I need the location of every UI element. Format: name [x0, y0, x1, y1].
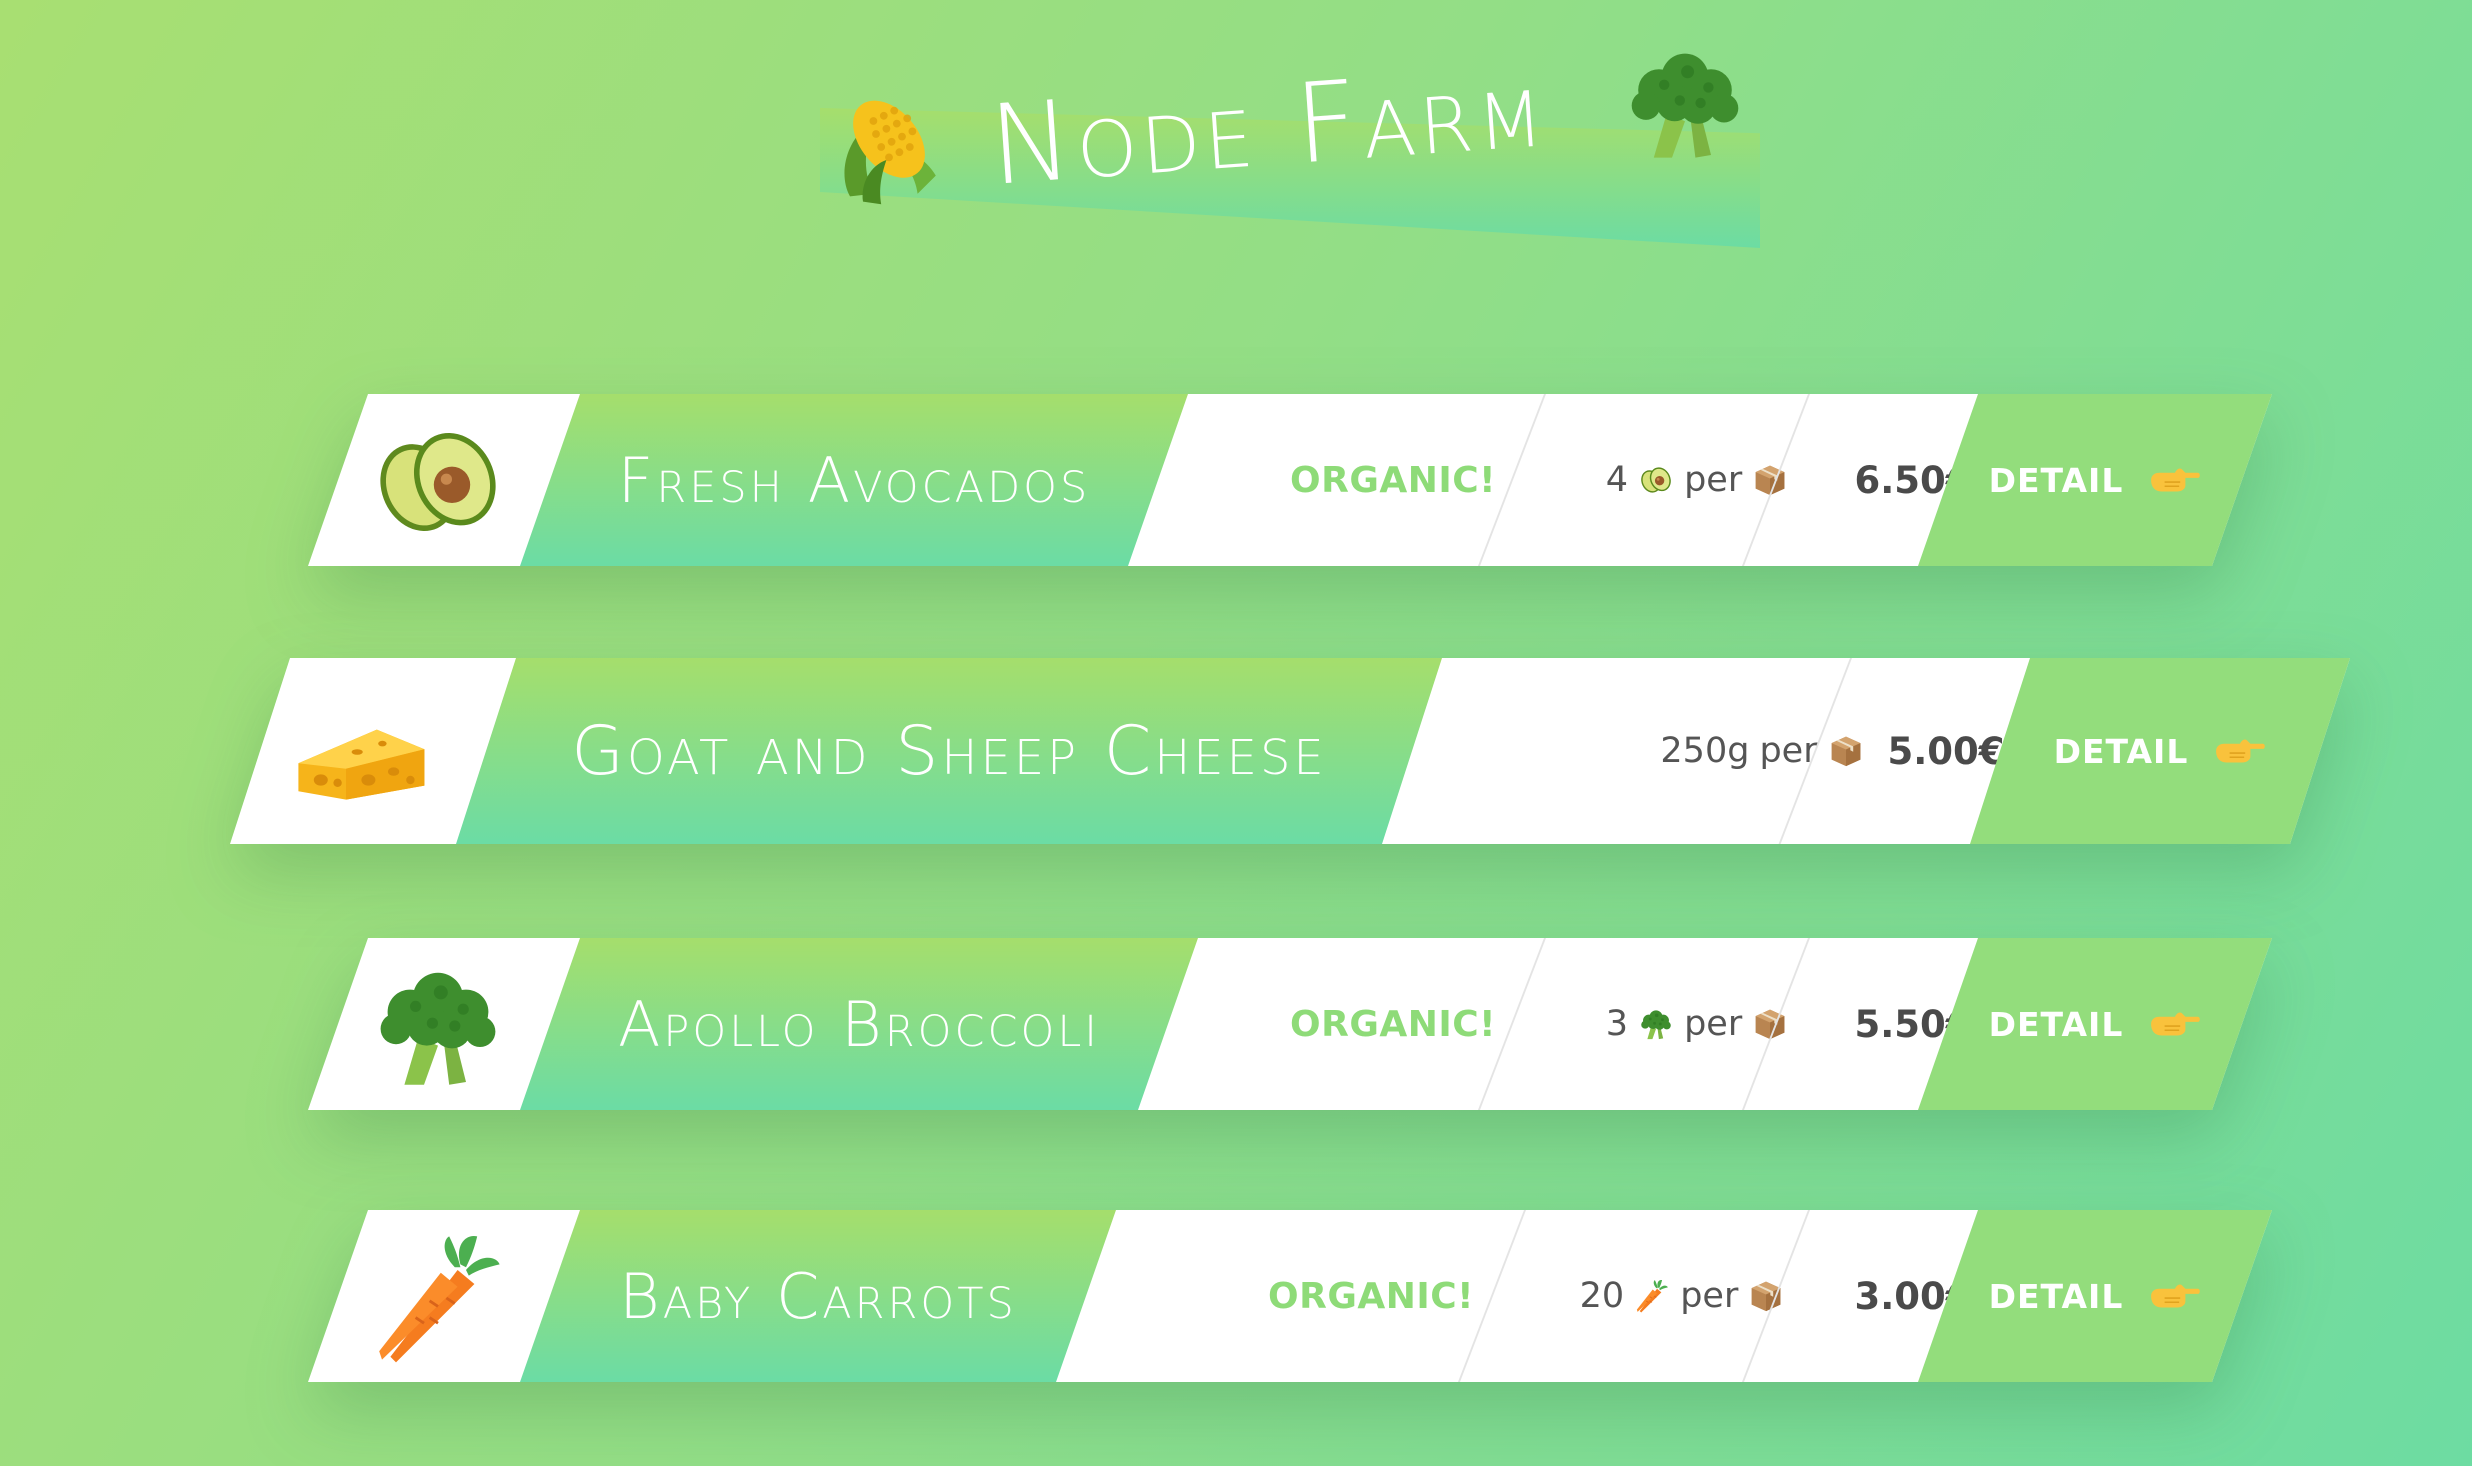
organic-badge: ORGANIC! — [1290, 1003, 1497, 1045]
cheese-icon — [290, 682, 430, 822]
detail-label: DETAIL — [2053, 731, 2189, 771]
quantity-number: 3 — [1605, 1004, 1629, 1044]
detail-label: DETAIL — [1988, 1004, 2124, 1044]
quantity-info: 20 per — [1532, 1210, 1832, 1382]
product-card: Apollo Broccoli ORGANIC! 3 per 5.50€ DET… — [308, 938, 2272, 1110]
product-name: Goat and Sheep Cheese — [571, 711, 1327, 791]
product-name: Apollo Broccoli — [618, 987, 1100, 1061]
quantity-number: 250g — [1660, 731, 1750, 771]
detail-button[interactable]: DETAIL — [1918, 938, 2272, 1110]
carrot-icon — [368, 1228, 508, 1368]
per-label: per — [1684, 1004, 1743, 1044]
broccoli-icon — [1620, 38, 1750, 168]
detail-button[interactable]: DETAIL — [1918, 394, 2272, 566]
pointing-hand-icon — [2149, 463, 2201, 497]
carrot-icon — [1634, 1278, 1670, 1314]
product-card: Fresh Avocados ORGANIC! 4 per 6.50€ DETA… — [308, 394, 2272, 566]
product-card: Baby Carrots ORGANIC! 20 per 3.00€ DETAI… — [308, 1210, 2272, 1382]
product-name-banner[interactable]: Fresh Avocados — [520, 394, 1188, 566]
avocado-icon — [1638, 462, 1674, 498]
avocado-icon — [368, 412, 508, 552]
product-name-banner[interactable]: Goat and Sheep Cheese — [456, 658, 1442, 844]
organic-badge: ORGANIC! — [1268, 1275, 1475, 1317]
organic-badge: ORGANIC! — [1290, 459, 1497, 501]
broccoli-icon — [368, 956, 508, 1096]
detail-button[interactable]: DETAIL — [1918, 1210, 2272, 1382]
detail-label: DETAIL — [1988, 1276, 2124, 1316]
pointing-hand-icon — [2149, 1279, 2201, 1313]
header: Node Farm — [820, 38, 1760, 278]
quantity-number: 20 — [1579, 1276, 1625, 1316]
per-label: per — [1680, 1276, 1739, 1316]
product-card: Goat and Sheep Cheese 250g per 5.00€ DET… — [230, 658, 2350, 844]
product-name: Fresh Avocados — [617, 443, 1091, 517]
per-label: per — [1684, 460, 1743, 500]
broccoli-icon — [1638, 1006, 1674, 1042]
product-name-banner[interactable]: Apollo Broccoli — [520, 938, 1198, 1110]
detail-button[interactable]: DETAIL — [1970, 658, 2350, 844]
product-name: Baby Carrots — [619, 1259, 1017, 1333]
pointing-hand-icon — [2149, 1007, 2201, 1041]
quantity-number: 4 — [1605, 460, 1629, 500]
product-name-banner[interactable]: Baby Carrots — [520, 1210, 1116, 1382]
pointing-hand-icon — [2214, 734, 2266, 768]
detail-label: DETAIL — [1988, 460, 2124, 500]
corn-icon — [824, 82, 954, 212]
